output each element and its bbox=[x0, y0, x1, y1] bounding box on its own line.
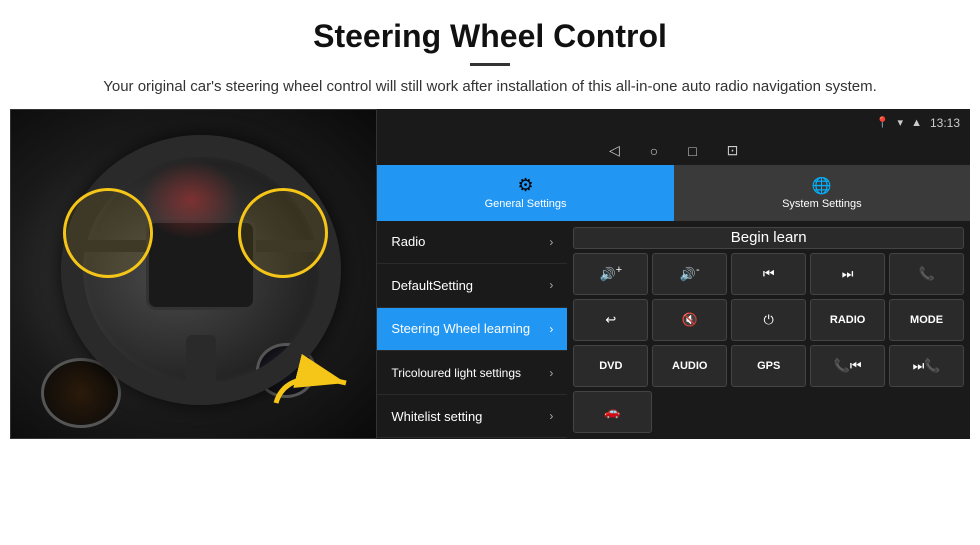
home-nav-icon[interactable]: ○ bbox=[650, 143, 658, 159]
page-subtitle: Your original car's steering wheel contr… bbox=[40, 76, 940, 99]
menu-item-radio[interactable]: Radio › bbox=[377, 221, 567, 265]
phone-icon: 📞 bbox=[918, 266, 934, 282]
mode-button[interactable]: MODE bbox=[889, 299, 964, 341]
clock: 13:13 bbox=[930, 116, 960, 130]
head-unit: 📍 ▾ ▲ 13:13 ◁ ○ □ ⊡ ⚙ General Settings 🌐… bbox=[377, 109, 970, 439]
car-icon: 🚗 bbox=[604, 404, 620, 420]
arrow-icon bbox=[266, 348, 356, 418]
left-menu: Radio › DefaultSetting › Steering Wheel … bbox=[377, 221, 567, 439]
dvd-button[interactable]: DVD bbox=[573, 345, 648, 387]
location-icon: 📍 bbox=[876, 116, 890, 129]
radio-label: RADIO bbox=[830, 314, 865, 326]
dvd-label: DVD bbox=[599, 360, 622, 372]
prev-track-icon: ⏮ bbox=[763, 266, 775, 282]
title-divider bbox=[470, 63, 510, 66]
nav-bar[interactable]: ◁ ○ □ ⊡ bbox=[377, 137, 970, 165]
back-button[interactable]: ↩ bbox=[573, 299, 648, 341]
mute-icon: 🔇 bbox=[682, 312, 698, 328]
next-track-button[interactable]: ⏭ bbox=[810, 253, 885, 295]
gps-button[interactable]: GPS bbox=[731, 345, 806, 387]
system-settings-icon: 🌐 bbox=[812, 176, 832, 196]
car-icon-button[interactable]: 🚗 bbox=[573, 391, 651, 433]
right-button-cluster-highlight bbox=[238, 188, 328, 278]
back-icon: ↩ bbox=[605, 312, 616, 328]
system-settings-label: System Settings bbox=[782, 198, 861, 210]
steering-wheel-arrow-icon: › bbox=[549, 322, 553, 336]
phone-next-button[interactable]: ⏭📞 bbox=[889, 345, 964, 387]
controls-grid-row3: DVD AUDIO GPS 📞⏮ ⏭📞 bbox=[573, 345, 964, 387]
phone-prev-icon: 📞⏮ bbox=[834, 358, 862, 374]
audio-button[interactable]: AUDIO bbox=[652, 345, 727, 387]
menu-item-defaultsetting[interactable]: DefaultSetting › bbox=[377, 264, 567, 308]
audio-label: AUDIO bbox=[672, 360, 707, 372]
defaultsetting-arrow-icon: › bbox=[549, 278, 553, 292]
right-panel: Begin learn 🔊+ 🔊- ⏮ ⏭ bbox=[567, 221, 970, 439]
volume-up-icon: 🔊+ bbox=[600, 264, 623, 282]
radio-arrow-icon: › bbox=[549, 235, 553, 249]
wifi-icon: ▾ bbox=[898, 116, 904, 129]
begin-learn-button[interactable]: Begin learn bbox=[573, 227, 964, 249]
status-bar: 📍 ▾ ▲ 13:13 bbox=[377, 109, 970, 137]
begin-learn-row: Begin learn bbox=[573, 227, 964, 249]
power-button[interactable]: ⏻ bbox=[731, 299, 806, 341]
back-nav-icon[interactable]: ◁ bbox=[609, 142, 620, 159]
menu-item-whitelist[interactable]: Whitelist setting › bbox=[377, 395, 567, 439]
controls-row4: 🚗 bbox=[573, 391, 964, 433]
status-time-area: 📍 ▾ ▲ 13:13 bbox=[876, 116, 960, 130]
signal-icon: ▲ bbox=[911, 117, 922, 129]
controls-grid-row2: ↩ 🔇 ⏻ RADIO MODE bbox=[573, 299, 964, 341]
page-title: Steering Wheel Control bbox=[40, 18, 940, 55]
general-settings-label: General Settings bbox=[485, 198, 567, 210]
phone-prev-button[interactable]: 📞⏮ bbox=[810, 345, 885, 387]
volume-down-icon: 🔊- bbox=[680, 264, 700, 282]
content-area: Radio › DefaultSetting › Steering Wheel … bbox=[377, 221, 970, 439]
tab-general-settings[interactable]: ⚙ General Settings bbox=[377, 165, 673, 221]
page-header: Steering Wheel Control Your original car… bbox=[0, 0, 980, 109]
power-icon: ⏻ bbox=[764, 312, 774, 328]
general-settings-icon: ⚙ bbox=[517, 175, 533, 196]
mute-button[interactable]: 🔇 bbox=[652, 299, 727, 341]
steering-wheel-image bbox=[10, 109, 377, 439]
mode-label: MODE bbox=[910, 314, 943, 326]
phone-button[interactable]: 📞 bbox=[889, 253, 964, 295]
tab-system-settings[interactable]: 🌐 System Settings bbox=[674, 165, 970, 221]
left-button-cluster-highlight bbox=[63, 188, 153, 278]
menu-nav-icon[interactable]: ⊡ bbox=[727, 142, 739, 159]
phone-next-icon: ⏭📞 bbox=[913, 358, 941, 374]
recent-nav-icon[interactable]: □ bbox=[688, 143, 696, 159]
tabs-row: ⚙ General Settings 🌐 System Settings bbox=[377, 165, 970, 221]
controls-grid-row1: 🔊+ 🔊- ⏮ ⏭ 📞 bbox=[573, 253, 964, 295]
prev-track-button[interactable]: ⏮ bbox=[731, 253, 806, 295]
menu-item-steering-wheel[interactable]: Steering Wheel learning › bbox=[377, 308, 567, 352]
main-content: 📍 ▾ ▲ 13:13 ◁ ○ □ ⊡ ⚙ General Settings 🌐… bbox=[10, 109, 970, 439]
menu-item-tricoloured[interactable]: Tricoloured light settings › bbox=[377, 351, 567, 395]
volume-down-button[interactable]: 🔊- bbox=[652, 253, 727, 295]
radio-button[interactable]: RADIO bbox=[810, 299, 885, 341]
gps-label: GPS bbox=[757, 360, 780, 372]
whitelist-arrow-icon: › bbox=[549, 409, 553, 423]
next-track-icon: ⏭ bbox=[842, 266, 854, 282]
tricoloured-arrow-icon: › bbox=[549, 366, 553, 380]
volume-up-button[interactable]: 🔊+ bbox=[573, 253, 648, 295]
